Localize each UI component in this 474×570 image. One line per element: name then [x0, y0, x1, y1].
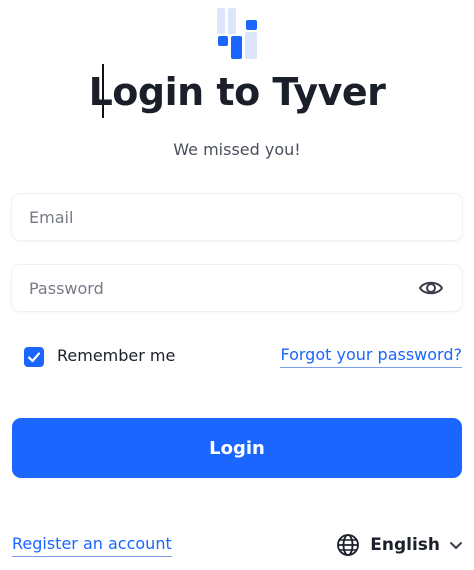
email-field[interactable] — [12, 194, 462, 240]
forgot-password-link[interactable]: Forgot your password? — [280, 345, 462, 368]
remember-me-label[interactable]: Remember me — [57, 346, 175, 365]
page-title: Login to Tyver — [88, 70, 386, 114]
title-container: Login to Tyver — [0, 62, 474, 122]
globe-icon — [337, 534, 360, 556]
checkmark-icon — [27, 352, 41, 363]
eye-icon[interactable] — [418, 276, 444, 300]
remember-me-checkbox[interactable] — [24, 347, 44, 367]
page-subtitle: We missed you! — [173, 140, 301, 159]
chevron-down-icon — [450, 542, 462, 549]
register-account-link[interactable]: Register an account — [12, 534, 172, 557]
login-button[interactable]: Login — [12, 418, 462, 478]
password-field-container — [12, 265, 462, 311]
login-page: Login to Tyver We missed you! Remember m… — [0, 0, 474, 570]
email-field-container — [12, 194, 462, 240]
language-selector[interactable]: English — [336, 531, 464, 559]
tyver-logo-icon — [217, 8, 257, 59]
language-selected-label: English — [370, 535, 440, 555]
password-field[interactable] — [12, 265, 462, 311]
